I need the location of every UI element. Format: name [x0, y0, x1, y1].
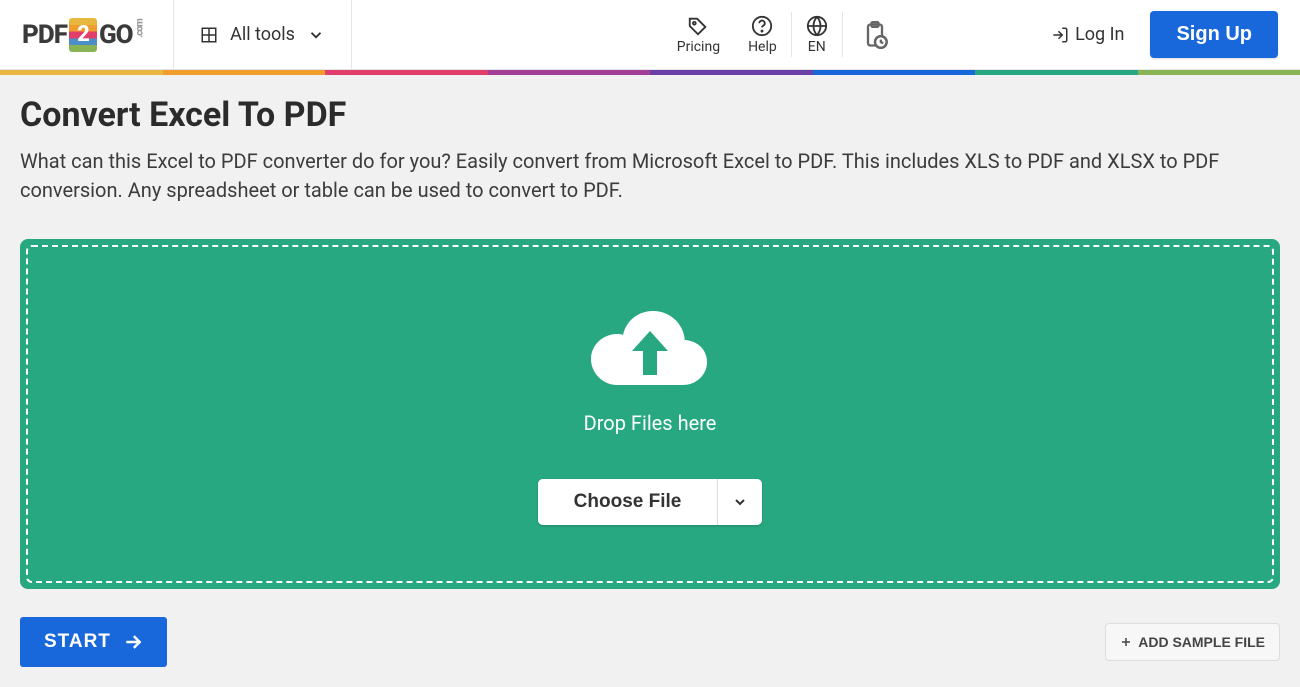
grid-icon	[200, 26, 218, 44]
start-label: START	[44, 631, 111, 653]
choose-file-dropdown-toggle[interactable]	[717, 479, 762, 525]
file-dropzone[interactable]: Drop Files here Choose File	[20, 239, 1280, 589]
chevron-down-icon	[307, 26, 325, 44]
nav-lang-label: EN	[808, 39, 826, 55]
nav-help[interactable]: Help	[734, 0, 791, 69]
all-tools-menu[interactable]: All tools	[174, 0, 352, 69]
plus-icon	[1120, 636, 1132, 648]
signup-button[interactable]: Sign Up	[1150, 11, 1278, 58]
login-label: Log In	[1075, 24, 1124, 45]
nav-pricing-label: Pricing	[677, 39, 720, 55]
signup-label: Sign Up	[1176, 23, 1252, 45]
logo-suffix: .com	[134, 19, 145, 37]
help-icon	[751, 15, 773, 37]
all-tools-label: All tools	[230, 24, 295, 45]
arrow-right-icon	[123, 632, 143, 652]
logo-text-right: GO	[99, 20, 133, 50]
nav-pricing[interactable]: Pricing	[663, 0, 734, 69]
rainbow-divider	[0, 70, 1300, 75]
login-link[interactable]: Log In	[1031, 0, 1144, 69]
start-button[interactable]: START	[20, 617, 167, 667]
login-icon	[1051, 26, 1069, 44]
nav-clipboard-history[interactable]	[843, 0, 907, 69]
top-nav: PDF 2 GO .com All tools Pricing Help EN …	[0, 0, 1300, 70]
choose-file-button[interactable]: Choose File	[538, 479, 718, 525]
cloud-upload-icon	[585, 305, 715, 395]
logo-badge: 2	[69, 18, 97, 52]
add-sample-file-button[interactable]: ADD SAMPLE FILE	[1105, 623, 1280, 661]
nav-help-label: Help	[748, 39, 777, 55]
drop-text: Drop Files here	[584, 411, 717, 435]
chevron-down-icon	[732, 494, 748, 510]
globe-icon	[806, 15, 828, 37]
page-title: Convert Excel To PDF	[20, 95, 1280, 135]
tag-icon	[687, 15, 709, 37]
clipboard-clock-icon	[861, 21, 889, 49]
sample-label: ADD SAMPLE FILE	[1138, 634, 1265, 650]
logo-text-left: PDF	[22, 20, 67, 50]
choose-file-label: Choose File	[574, 491, 682, 512]
page-description: What can this Excel to PDF converter do …	[20, 147, 1280, 205]
logo[interactable]: PDF 2 GO .com	[0, 0, 174, 69]
nav-language[interactable]: EN	[792, 0, 842, 69]
